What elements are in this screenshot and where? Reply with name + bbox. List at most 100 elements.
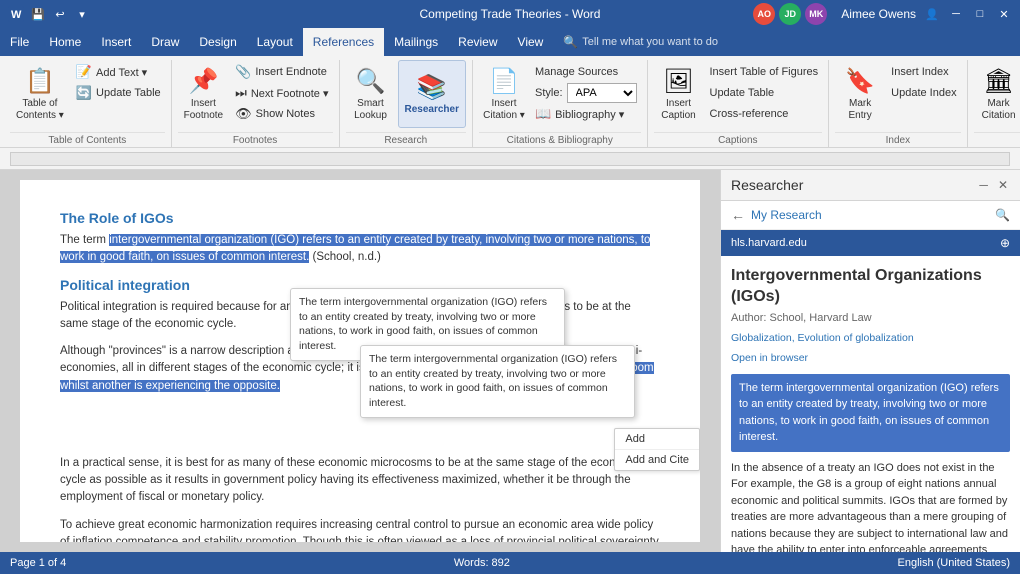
action-buttons: Add Add and Cite bbox=[614, 428, 700, 471]
panel-close-icon[interactable]: ✕ bbox=[996, 176, 1010, 194]
update-table-captions-button[interactable]: Update Table bbox=[706, 83, 823, 103]
show-notes-button[interactable]: 👁 Show Notes bbox=[231, 104, 332, 124]
update-icon: 🔄 bbox=[76, 85, 92, 101]
undo-icon[interactable]: ↩ bbox=[52, 6, 68, 22]
captions-group-label: Captions bbox=[654, 132, 823, 148]
tab-insert[interactable]: Insert bbox=[91, 28, 141, 56]
insert-endnote-label: Insert Endnote bbox=[255, 66, 327, 78]
insert-caption-label: InsertCaption bbox=[661, 98, 695, 122]
update-table-button[interactable]: 🔄 Update Table bbox=[72, 83, 165, 103]
heading-role-of-igos: The Role of IGOs bbox=[60, 210, 660, 226]
ruler-inner bbox=[10, 152, 1010, 166]
save-icon[interactable]: 💾 bbox=[30, 6, 46, 22]
language: English (United States) bbox=[898, 557, 1011, 569]
tab-view[interactable]: View bbox=[508, 28, 554, 56]
avatar-3: MK bbox=[805, 3, 827, 25]
highlighted-excerpt: The term intergovernmental organization … bbox=[731, 374, 1010, 452]
ribbon-group-index: 🔖 MarkEntry Insert Index Update Index In… bbox=[829, 60, 967, 147]
word-logo-icon: W bbox=[8, 6, 24, 22]
bibliography-label: Bibliography ▾ bbox=[555, 108, 624, 121]
insert-table-figures-button[interactable]: Insert Table of Figures bbox=[706, 62, 823, 82]
ribbon-group-toc: 📋 Table ofContents ▾ 📝 Add Text ▾ 🔄 Upda… bbox=[4, 60, 172, 147]
smart-lookup-icon: 🔍 bbox=[356, 67, 386, 96]
next-footnote-button[interactable]: ⏭ Next Footnote ▾ bbox=[231, 83, 332, 103]
tab-mailings[interactable]: Mailings bbox=[384, 28, 448, 56]
ribbon-group-footnotes: 📌 InsertFootnote 📎 Insert Endnote ⏭ Next… bbox=[172, 60, 340, 147]
search-icon: 🔍 bbox=[563, 35, 578, 49]
style-select-container[interactable]: Style: APAMLAChicago bbox=[531, 83, 641, 103]
bibliography-button[interactable]: 📖 Bibliography ▾ bbox=[531, 104, 641, 124]
citations-stack: Manage Sources Style: APAMLAChicago 📖 Bi… bbox=[531, 60, 641, 124]
researcher-button[interactable]: 📚 Researcher bbox=[398, 60, 466, 128]
insert-tof-label: Insert Table of Figures bbox=[710, 66, 819, 78]
panel-search-icon[interactable]: 🔍 bbox=[995, 208, 1010, 222]
svg-text:W: W bbox=[11, 9, 22, 21]
tab-file[interactable]: File bbox=[0, 28, 39, 56]
tab-design[interactable]: Design bbox=[189, 28, 246, 56]
insert-index-button[interactable]: Insert Index bbox=[887, 62, 960, 82]
citations-group-label: Citations & Bibliography bbox=[479, 132, 641, 148]
table-of-contents-button[interactable]: 📋 Table ofContents ▾ bbox=[10, 60, 70, 128]
show-notes-label: Show Notes bbox=[256, 108, 315, 120]
source-url-text: hls.harvard.edu bbox=[731, 237, 807, 249]
open-in-browser-link[interactable]: Open in browser bbox=[731, 352, 1010, 364]
back-button[interactable]: ← bbox=[731, 207, 745, 223]
citation-icon: 📄 bbox=[489, 67, 519, 96]
update-index-button[interactable]: Update Index bbox=[887, 83, 960, 103]
my-research-link[interactable]: My Research bbox=[751, 208, 822, 222]
customize-icon[interactable]: ▾ bbox=[74, 6, 90, 22]
excerpt-text: The term intergovernmental organization … bbox=[739, 382, 999, 444]
researcher-panel: Researcher ─ ✕ ← My Research 🔍 hls.harva… bbox=[720, 170, 1020, 552]
ribbon-group-captions: 🖼 InsertCaption Insert Table of Figures … bbox=[648, 60, 830, 147]
insert-citation-button[interactable]: 📄 InsertCitation ▾ bbox=[479, 60, 529, 128]
tab-layout[interactable]: Layout bbox=[247, 28, 303, 56]
ribbon-group-authorities: 🏛 MarkCitation Insert Table of Authoriti… bbox=[968, 60, 1020, 147]
tab-review[interactable]: Review bbox=[448, 28, 507, 56]
cross-reference-button[interactable]: Cross-reference bbox=[706, 104, 823, 124]
add-text-button[interactable]: 📝 Add Text ▾ bbox=[72, 62, 165, 82]
add-button[interactable]: Add bbox=[615, 429, 699, 450]
tab-home[interactable]: Home bbox=[39, 28, 91, 56]
share-icon[interactable]: 👤 bbox=[924, 6, 940, 22]
restore-icon[interactable]: □ bbox=[972, 6, 988, 22]
panel-title: Researcher bbox=[731, 177, 803, 193]
update-table-captions-label: Update Table bbox=[710, 87, 775, 99]
insert-footnote-button[interactable]: 📌 InsertFootnote bbox=[178, 60, 229, 128]
ruler bbox=[0, 148, 1020, 170]
mark-entry-icon: 🔖 bbox=[845, 67, 875, 96]
manage-sources-button[interactable]: Manage Sources bbox=[531, 62, 641, 82]
researcher-icon: 📚 bbox=[417, 73, 447, 102]
insert-footnote-label: InsertFootnote bbox=[184, 98, 223, 122]
mark-entry-button[interactable]: 🔖 MarkEntry bbox=[835, 60, 885, 128]
mark-citation-label: MarkCitation bbox=[982, 98, 1016, 122]
para-igo-definition: The term intergovernmental organization … bbox=[60, 232, 660, 267]
smart-lookup-button[interactable]: 🔍 SmartLookup bbox=[346, 60, 396, 128]
panel-nav: ← My Research 🔍 bbox=[721, 201, 1020, 230]
close-icon[interactable]: ✕ bbox=[996, 6, 1012, 22]
tab-references[interactable]: References bbox=[303, 28, 384, 56]
tooltip-box-2: The term intergovernmental organization … bbox=[360, 345, 635, 418]
toc-items: 📋 Table ofContents ▾ 📝 Add Text ▾ 🔄 Upda… bbox=[10, 60, 165, 130]
tab-draw[interactable]: Draw bbox=[141, 28, 189, 56]
word-count: Words: 892 bbox=[454, 557, 510, 569]
mark-citation-button[interactable]: 🏛 MarkCitation bbox=[974, 60, 1020, 128]
document-page: The Role of IGOs The term intergovernmen… bbox=[20, 180, 700, 542]
content-body: In the absence of a treaty an IGO does n… bbox=[731, 460, 1010, 552]
bibliography-icon: 📖 bbox=[535, 106, 551, 122]
content-title: Intergovernmental Organizations (IGOs) bbox=[731, 266, 1010, 308]
research-group-label: Research bbox=[346, 132, 466, 148]
style-dropdown[interactable]: APAMLAChicago bbox=[567, 83, 637, 103]
insert-endnote-button[interactable]: 📎 Insert Endnote bbox=[231, 62, 332, 82]
add-and-cite-button[interactable]: Add and Cite bbox=[615, 450, 699, 470]
toc-icon: 📋 bbox=[25, 67, 55, 96]
url-external-icon[interactable]: ⊕ bbox=[1000, 236, 1010, 250]
insert-caption-button[interactable]: 🖼 InsertCaption bbox=[654, 60, 704, 128]
caption-icon: 🖼 bbox=[663, 67, 693, 96]
user-name: Aimee Owens bbox=[841, 7, 916, 21]
captions-stack: Insert Table of Figures Update Table Cro… bbox=[706, 60, 823, 124]
panel-minimize-icon[interactable]: ─ bbox=[977, 176, 990, 194]
document-area: The Role of IGOs The term intergovernmen… bbox=[0, 170, 720, 552]
show-icon: 👁 bbox=[235, 106, 252, 122]
search-box[interactable]: 🔍 Tell me what you want to do bbox=[553, 28, 1020, 56]
minimize-icon[interactable]: ─ bbox=[948, 6, 964, 22]
